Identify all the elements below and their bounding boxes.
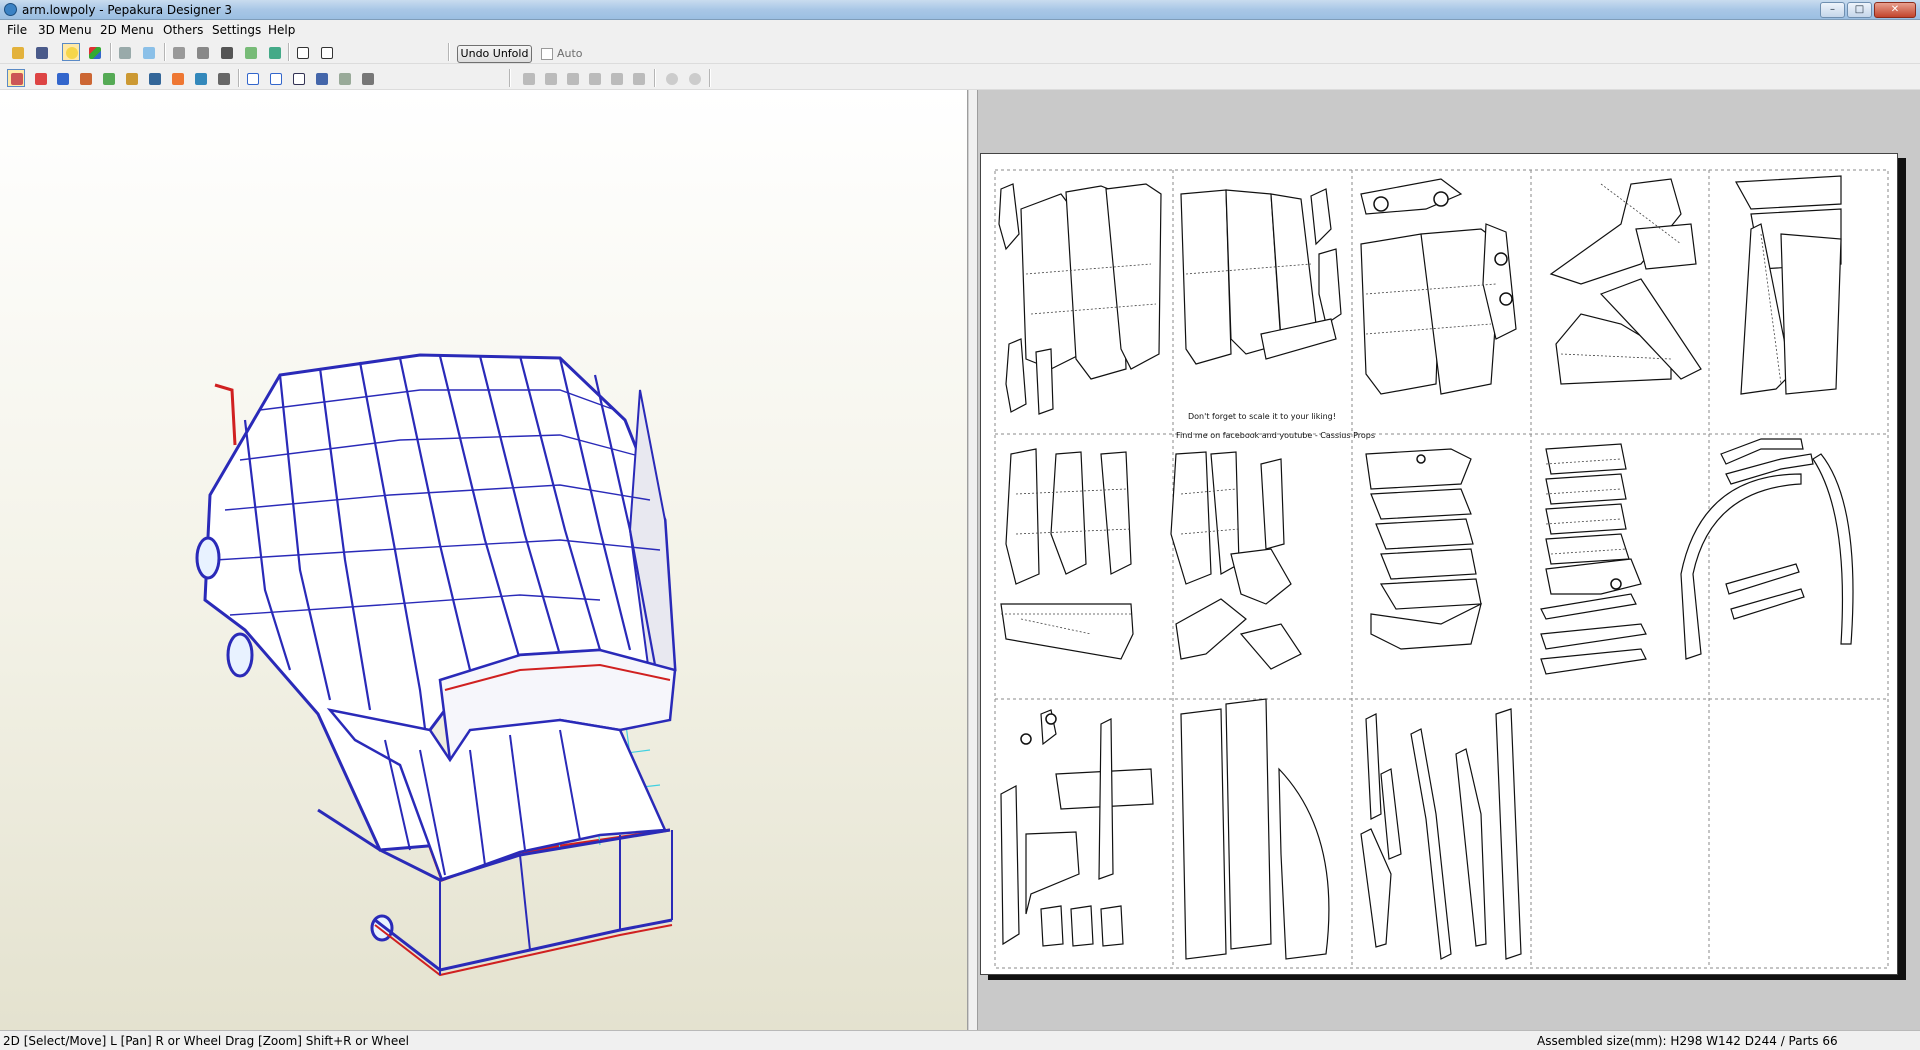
pages-icon[interactable] [217,43,235,61]
join-icon[interactable] [76,69,94,87]
align-bottom-icon[interactable] [629,69,647,87]
rotate-cw-90-icon[interactable] [685,69,703,87]
rotate-icon[interactable] [139,43,157,61]
3d-model [195,353,677,977]
status-bar: 2D [Select/Move] L [Pan] R or Wheel Drag… [0,1030,1920,1050]
paper-note-scale: Don't forget to scale it to your liking! [1188,412,1336,421]
fit-icon[interactable] [243,69,261,87]
title-bar: arm.lowpoly - Pepakura Designer 3 – □ ✕ [0,0,1920,20]
select-move-icon[interactable] [7,69,25,87]
3d-view[interactable] [0,90,968,1030]
pane-splitter[interactable] [968,90,978,1030]
window-title: arm.lowpoly - Pepakura Designer 3 [22,3,233,17]
paper-sheet[interactable]: Don't forget to scale it to your liking!… [980,153,1898,975]
dual-pane-icon[interactable] [317,43,335,61]
toolbar-edit [0,66,1920,90]
color-icon[interactable] [168,69,186,87]
align-top-icon[interactable] [585,69,603,87]
page-one-icon[interactable] [289,69,307,87]
flap-icon[interactable] [99,69,117,87]
print-setup-icon[interactable] [335,69,353,87]
auto-checkbox[interactable] [541,48,553,60]
minimize-button[interactable]: – [1820,2,1845,18]
pepakura-app-icon[interactable] [4,3,17,16]
menu-help[interactable]: Help [268,23,295,37]
single-pane-icon[interactable] [293,43,311,61]
close-button[interactable]: ✕ [1874,2,1916,18]
arrange-icon[interactable] [266,69,284,87]
unfolded-parts [998,175,1854,960]
align-middle-icon[interactable] [607,69,625,87]
texture-icon[interactable] [85,43,103,61]
open-icon[interactable] [8,43,26,61]
undo-icon[interactable] [191,69,209,87]
print-icon[interactable] [358,69,376,87]
auto-label: Auto [557,47,583,60]
unfold-layout [994,169,1889,969]
rotate-ccw-90-icon[interactable] [662,69,680,87]
menu-3d[interactable]: 3D Menu [38,23,92,37]
undo-unfold-button[interactable]: Undo Unfold [457,45,532,63]
maximize-button[interactable]: □ [1847,2,1872,18]
layout-icon[interactable] [312,69,330,87]
image-icon[interactable] [145,69,163,87]
edit-flap-icon[interactable] [31,69,49,87]
align-right-icon[interactable] [563,69,581,87]
align-center-icon[interactable] [541,69,559,87]
lightbulb-icon[interactable] [62,43,80,61]
length-icon[interactable] [122,69,140,87]
edit-icon[interactable] [265,43,283,61]
menu-bar: File 3D Menu 2D Menu Others Settings Hel… [0,20,1920,40]
align-left-icon[interactable] [519,69,537,87]
paper-note-credits: Find me on facebook and youtube - Cassiu… [1176,431,1376,440]
toolbar-main [0,40,1920,64]
edge-icon[interactable] [169,43,187,61]
status-assembly: Assembled size(mm): H298 W142 D244 / Par… [1537,1034,1838,1048]
save-icon[interactable] [32,43,50,61]
menu-file[interactable]: File [7,23,27,37]
export-icon[interactable] [241,43,259,61]
menu-settings[interactable]: Settings [212,23,261,37]
anchor-icon[interactable] [193,43,211,61]
menu-2d[interactable]: 2D Menu [100,23,154,37]
paper-size-icon[interactable] [53,69,71,87]
cube-icon[interactable] [115,43,133,61]
status-mode: 2D [Select/Move] L [Pan] R or Wheel Drag… [3,1034,409,1048]
menu-others[interactable]: Others [163,23,203,37]
redo-icon[interactable] [214,69,232,87]
